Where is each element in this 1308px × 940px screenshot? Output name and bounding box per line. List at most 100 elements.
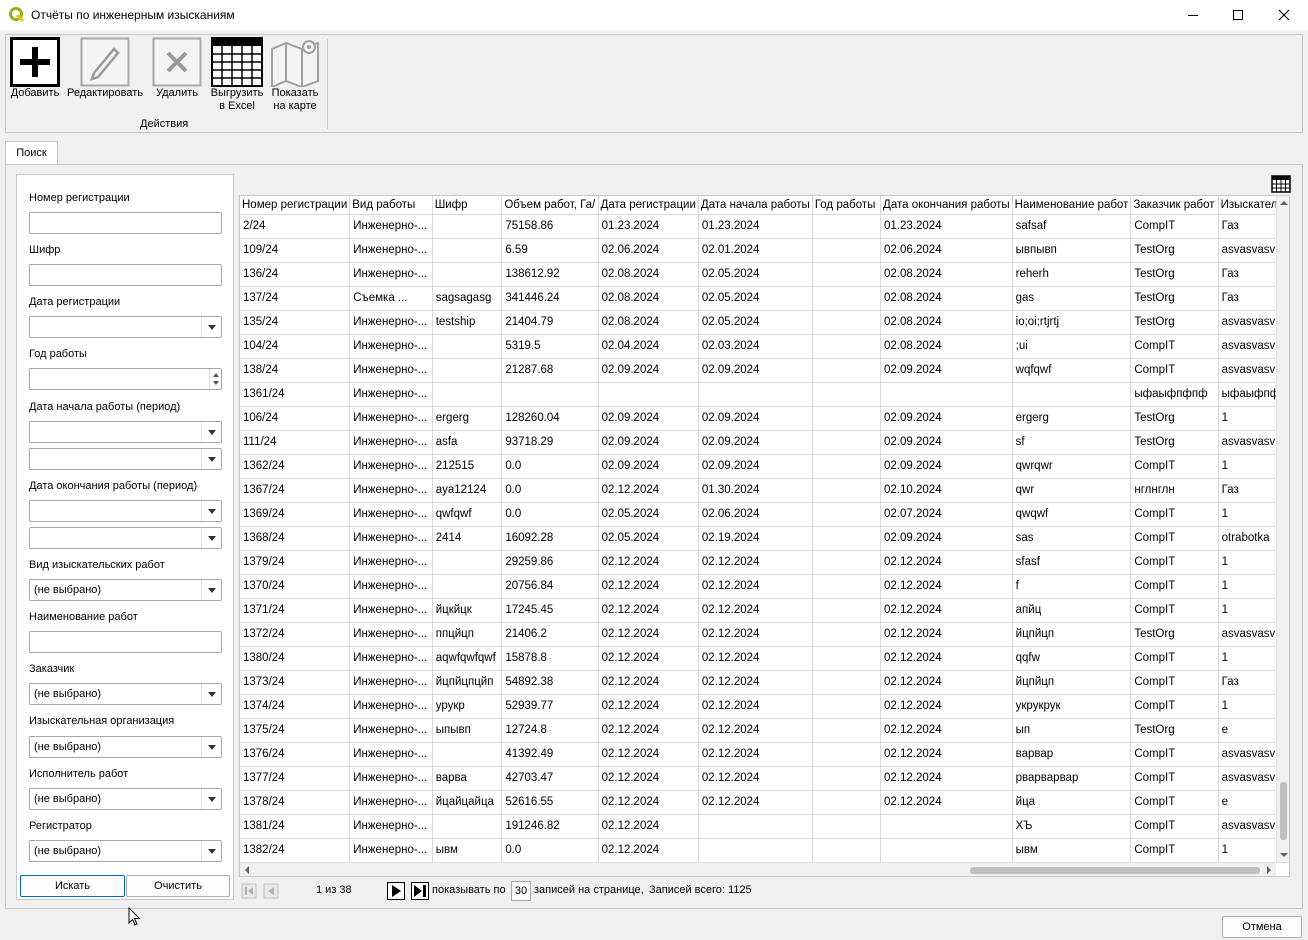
- horizontal-scrollbar[interactable]: [240, 862, 1276, 876]
- table-cell[interactable]: TestOrg: [1130, 310, 1219, 335]
- table-cell[interactable]: 02.09.2024: [598, 430, 699, 455]
- next-page-button[interactable]: [386, 881, 406, 901]
- table-cell[interactable]: апйц: [1012, 598, 1132, 623]
- table-cell[interactable]: ergerg: [1012, 406, 1132, 431]
- column-header[interactable]: Дата регистрации: [598, 196, 699, 215]
- table-cell[interactable]: 02.09.2024: [880, 430, 1013, 455]
- table-cell[interactable]: 02.12.2024: [598, 814, 699, 839]
- table-cell[interactable]: Инженерно-...: [349, 550, 433, 575]
- table-cell[interactable]: 02.12.2024: [598, 766, 699, 791]
- table-cell[interactable]: 02.06.2024: [698, 502, 813, 527]
- table-cell[interactable]: 93718.29: [501, 430, 599, 455]
- table-cell[interactable]: 104/24: [240, 334, 351, 359]
- table-cell[interactable]: [432, 214, 503, 239]
- table-cell[interactable]: йцайцайца: [432, 790, 503, 815]
- reg-number-input[interactable]: [29, 212, 222, 234]
- last-page-button[interactable]: [410, 881, 430, 901]
- table-cell[interactable]: 12724.8: [501, 718, 599, 743]
- table-cell[interactable]: [812, 502, 882, 527]
- table-cell[interactable]: [812, 310, 882, 335]
- table-cell[interactable]: 341446.24: [501, 286, 599, 311]
- table-cell[interactable]: [812, 598, 882, 623]
- table-cell[interactable]: Инженерно-...: [349, 310, 433, 335]
- table-cell[interactable]: 02.09.2024: [880, 526, 1013, 551]
- table-cell[interactable]: 02.12.2024: [880, 742, 1013, 767]
- chevron-down-icon[interactable]: [201, 841, 221, 861]
- table-cell[interactable]: CompIT: [1130, 742, 1219, 767]
- table-cell[interactable]: 1361/24: [240, 382, 351, 407]
- table-cell[interactable]: [812, 814, 882, 839]
- table-cell[interactable]: Инженерно-...: [349, 814, 433, 839]
- table-cell[interactable]: 128260.04: [501, 406, 599, 431]
- table-cell[interactable]: 1382/24: [240, 838, 351, 863]
- table-cell[interactable]: [812, 478, 882, 503]
- table-cell[interactable]: [812, 334, 882, 359]
- table-cell[interactable]: Инженерно-...: [349, 478, 433, 503]
- maximize-button[interactable]: [1215, 0, 1261, 30]
- table-cell[interactable]: Инженерно-...: [349, 766, 433, 791]
- table-cell[interactable]: [812, 262, 882, 287]
- table-cell[interactable]: 02.09.2024: [598, 406, 699, 431]
- table-cell[interactable]: йца: [1012, 790, 1132, 815]
- table-cell[interactable]: CompIT: [1130, 598, 1219, 623]
- table-cell[interactable]: 01.23.2024: [598, 214, 699, 239]
- table-cell[interactable]: йцпйцп: [1012, 622, 1132, 647]
- table-cell[interactable]: 1372/24: [240, 622, 351, 647]
- table-row[interactable]: 1373/24 Инженерно-... йцпйцпцйп 54892.38 02.…: [240, 670, 1289, 695]
- table-cell[interactable]: 1362/24: [240, 454, 351, 479]
- table-cell[interactable]: Инженерно-...: [349, 574, 433, 599]
- table-cell[interactable]: 01.30.2024: [698, 478, 813, 503]
- table-cell[interactable]: 0.0: [501, 838, 599, 863]
- table-cell[interactable]: 02.12.2024: [880, 790, 1013, 815]
- table-cell[interactable]: 02.05.2024: [698, 286, 813, 311]
- table-cell[interactable]: 02.12.2024: [698, 670, 813, 695]
- delete-button[interactable]: Удалить: [150, 37, 204, 100]
- table-cell[interactable]: 02.01.2024: [698, 238, 813, 263]
- table-cell[interactable]: [812, 406, 882, 431]
- table-cell[interactable]: TestOrg: [1130, 286, 1219, 311]
- table-cell[interactable]: 6.59: [501, 238, 599, 263]
- close-window-button[interactable]: [1261, 0, 1307, 30]
- table-cell[interactable]: Инженерно-...: [349, 526, 433, 551]
- table-cell[interactable]: нглнглн: [1130, 478, 1219, 503]
- table-cell[interactable]: 2/24: [240, 214, 351, 239]
- start-period-from-picker[interactable]: [29, 421, 222, 443]
- survey-org-select[interactable]: (не выбрано): [29, 736, 222, 758]
- table-cell[interactable]: 02.03.2024: [698, 334, 813, 359]
- column-header[interactable]: Шифр: [432, 196, 503, 215]
- table-row[interactable]: 136/24 Инженерно-... 138612.92 02.08.2024 02…: [240, 262, 1289, 287]
- table-cell[interactable]: Съемка ...: [349, 286, 433, 311]
- table-cell[interactable]: 02.12.2024: [880, 574, 1013, 599]
- table-row[interactable]: 137/24 Съемка ... sagsagasg 341446.24 02.08.…: [240, 286, 1289, 311]
- table-cell[interactable]: 02.09.2024: [698, 454, 813, 479]
- table-cell[interactable]: io;oi;rtjrtj: [1012, 310, 1132, 335]
- table-row[interactable]: 2/24 Инженерно-... 75158.86 01.23.2024 01.23…: [240, 214, 1289, 239]
- table-cell[interactable]: 01.23.2024: [698, 214, 813, 239]
- chevron-down-icon[interactable]: [201, 789, 221, 809]
- table-cell[interactable]: 191246.82: [501, 814, 599, 839]
- chevron-down-icon[interactable]: [201, 580, 221, 600]
- spin-arrows-icon[interactable]: [209, 369, 221, 389]
- table-cell[interactable]: 42703.47: [501, 766, 599, 791]
- vertical-scrollbar[interactable]: [1276, 196, 1289, 862]
- table-cell[interactable]: [698, 814, 813, 839]
- column-header[interactable]: Заказчик работ: [1130, 196, 1219, 215]
- chevron-down-icon[interactable]: [201, 684, 221, 704]
- table-cell[interactable]: 2414: [432, 526, 503, 551]
- table-cell[interactable]: 1379/24: [240, 550, 351, 575]
- table-cell[interactable]: 02.12.2024: [880, 766, 1013, 791]
- table-cell[interactable]: 02.09.2024: [880, 406, 1013, 431]
- table-cell[interactable]: 02.12.2024: [698, 718, 813, 743]
- horizontal-scroll-thumb[interactable]: [970, 867, 1260, 874]
- minimize-button[interactable]: [1170, 0, 1216, 30]
- table-row[interactable]: 109/24 Инженерно-... 6.59 02.06.2024 02.01.2…: [240, 238, 1289, 263]
- table-cell[interactable]: Инженерно-...: [349, 334, 433, 359]
- results-table[interactable]: Номер регистрации Вид работы Шифр Объем раб…: [239, 195, 1290, 877]
- column-header[interactable]: Наименование работ: [1012, 196, 1132, 215]
- table-cell[interactable]: [812, 694, 882, 719]
- table-cell[interactable]: 0.0: [501, 454, 599, 479]
- table-cell[interactable]: 02.12.2024: [598, 718, 699, 743]
- table-cell[interactable]: [432, 358, 503, 383]
- table-cell[interactable]: Инженерно-...: [349, 382, 433, 407]
- table-cell[interactable]: TestOrg: [1130, 718, 1219, 743]
